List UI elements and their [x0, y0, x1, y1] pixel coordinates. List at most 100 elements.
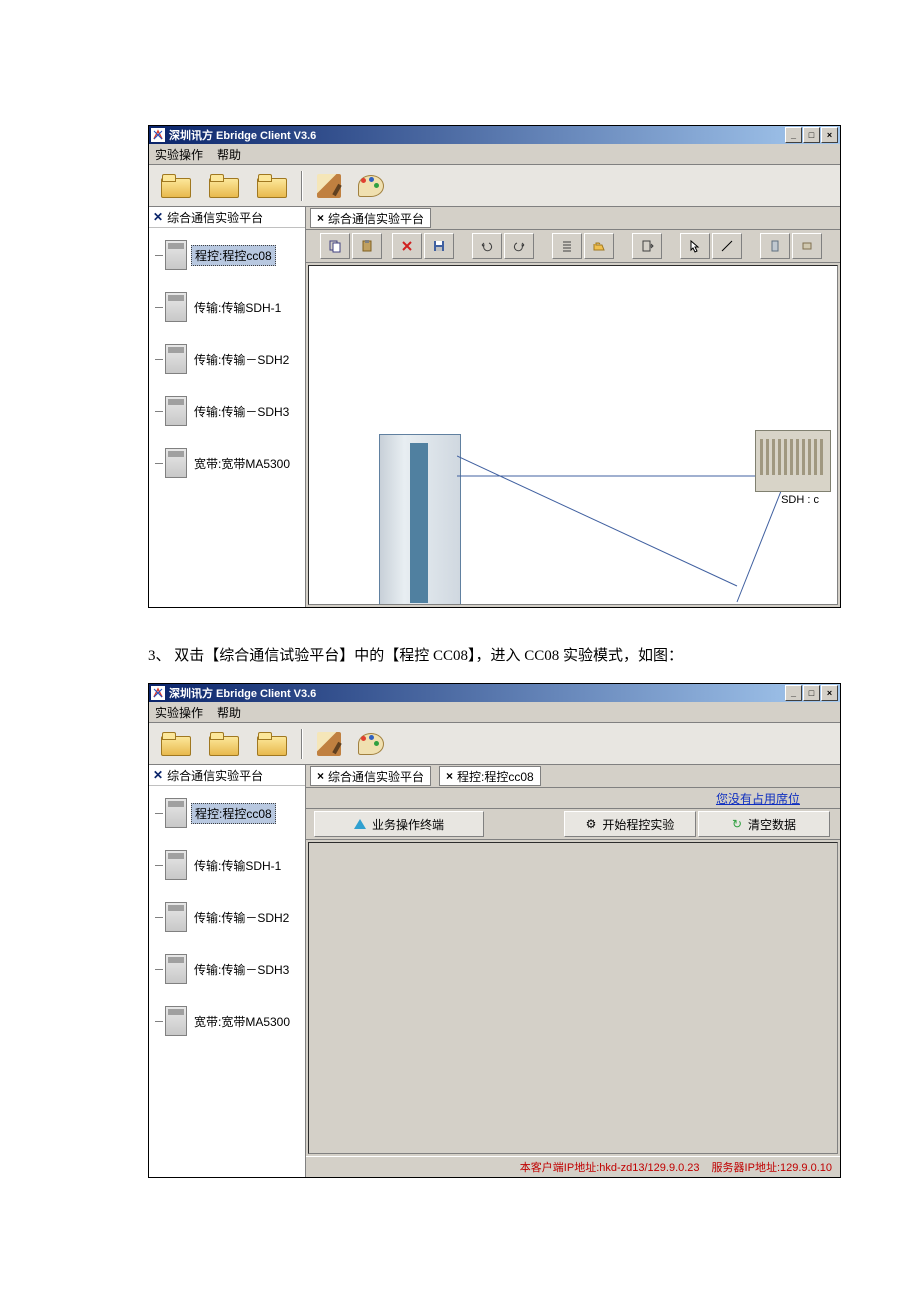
btn-clear[interactable]: ↻ 清空数据 — [698, 811, 830, 837]
menu-experiment[interactable]: 实验操作 — [155, 704, 203, 721]
tree-node-cc08[interactable]: 程控:程控cc08 — [151, 236, 303, 274]
main-toolbar — [149, 723, 840, 765]
rack-icon — [165, 292, 187, 322]
tree-node-cc08[interactable]: 程控:程控cc08 — [151, 794, 303, 832]
tree-node-sdh3[interactable]: 传输:传输－SDH3 — [151, 392, 303, 430]
close-button[interactable]: × — [821, 127, 838, 143]
tab-close-icon[interactable]: × — [317, 769, 324, 783]
copy-icon[interactable] — [320, 233, 350, 259]
tree-header-icon: ✕ — [153, 210, 163, 224]
toolbar-folder-3[interactable] — [249, 727, 293, 761]
maximize-button[interactable]: □ — [803, 685, 820, 701]
app-icon — [151, 128, 165, 142]
toolbar-palette[interactable] — [352, 727, 390, 761]
save-icon[interactable] — [424, 233, 454, 259]
minimize-button[interactable]: _ — [785, 127, 802, 143]
toolbar-folder-1[interactable] — [153, 727, 197, 761]
toolbar-brush[interactable] — [310, 169, 348, 203]
content-area — [308, 842, 838, 1154]
toolbar-brush[interactable] — [310, 727, 348, 761]
cabinet-graphic — [379, 434, 461, 605]
pointer-icon[interactable] — [680, 233, 710, 259]
delete-icon[interactable] — [392, 233, 422, 259]
line-icon[interactable] — [712, 233, 742, 259]
tree-node-ma5300[interactable]: 宽带:宽带MA5300 — [151, 1002, 303, 1040]
status-bar: 本客户端IP地址:hkd-zd13/129.9.0.23 服务器IP地址:129… — [306, 1156, 840, 1177]
title-bar: 深圳讯方 Ebridge Client V3.6 _ □ × — [149, 684, 840, 702]
tab-cc08[interactable]: ×程控:程控cc08 — [439, 766, 541, 786]
rack-icon — [165, 344, 187, 374]
tree-header: ✕ 综合通信实验平台 — [149, 207, 305, 228]
menu-bar: 实验操作 帮助 — [149, 702, 840, 723]
action-row: 业务操作终端 ⚙ 开始程控实验 ↻ 清空数据 — [306, 809, 840, 840]
list-icon[interactable] — [552, 233, 582, 259]
tab-row: ×综合通信实验平台 — [306, 207, 840, 230]
rack-icon — [165, 240, 187, 270]
tree-header-icon: ✕ — [153, 768, 163, 782]
triangle-icon — [354, 819, 366, 829]
tree-node-sdh1[interactable]: 传输:传输SDH-1 — [151, 846, 303, 884]
sidebar: ✕ 综合通信实验平台 程控:程控cc08 传输:传输SDH-1 传输:传输－SD… — [149, 207, 306, 607]
main-toolbar — [149, 165, 840, 207]
rack-icon — [165, 902, 187, 932]
redo-icon[interactable] — [504, 233, 534, 259]
tree-node-sdh2[interactable]: 传输:传输－SDH2 — [151, 898, 303, 936]
menu-bar: 实验操作 帮助 — [149, 144, 840, 165]
main-panel: ×综合通信实验平台 — [306, 207, 840, 607]
rack-icon — [165, 850, 187, 880]
tab-row: ×综合通信实验平台 ×程控:程控cc08 — [306, 765, 840, 788]
export-icon[interactable] — [632, 233, 662, 259]
toolbar-folder-1[interactable] — [153, 169, 197, 203]
tree-header-label: 综合通信实验平台 — [167, 767, 263, 784]
device2-icon[interactable] — [792, 233, 822, 259]
main-panel: ×综合通信实验平台 ×程控:程控cc08 您没有占用席位 业务操作终端 ⚙ 开始… — [306, 765, 840, 1177]
title-bar: 深圳讯方 Ebridge Client V3.6 _ □ × — [149, 126, 840, 144]
menu-help[interactable]: 帮助 — [217, 704, 241, 721]
minimize-button[interactable]: _ — [785, 685, 802, 701]
tab-platform[interactable]: ×综合通信实验平台 — [310, 766, 431, 786]
maximize-button[interactable]: □ — [803, 127, 820, 143]
status-client-ip: 本客户端IP地址:hkd-zd13/129.9.0.23 — [520, 1159, 712, 1175]
toolbar-palette[interactable] — [352, 169, 390, 203]
instruction-text: 3、 双击【综合通信试验平台】中的【程控 CC08】，进入 CC08 实验模式，… — [148, 644, 920, 665]
info-bar: 您没有占用席位 — [306, 788, 840, 809]
sdh-graphic — [755, 430, 831, 492]
paste-icon[interactable] — [352, 233, 382, 259]
rack-icon — [165, 396, 187, 426]
tree-node-sdh2[interactable]: 传输:传输－SDH2 — [151, 340, 303, 378]
rack-icon — [165, 1006, 187, 1036]
tab-close-icon[interactable]: × — [317, 211, 324, 225]
status-server-ip: 服务器IP地址:129.9.0.10 — [712, 1159, 840, 1175]
menu-help[interactable]: 帮助 — [217, 146, 241, 163]
diagram-canvas[interactable]: SDH : c — [308, 265, 838, 605]
undo-icon[interactable] — [472, 233, 502, 259]
tree-node-ma5300[interactable]: 宽带:宽带MA5300 — [151, 444, 303, 482]
gear-icon: ⚙ — [586, 817, 597, 831]
toolbar-folder-3[interactable] — [249, 169, 293, 203]
sidebar: ✕ 综合通信实验平台 程控:程控cc08 传输:传输SDH-1 传输:传输－SD… — [149, 765, 306, 1177]
window-title: 深圳讯方 Ebridge Client V3.6 — [169, 685, 785, 701]
app-icon — [151, 686, 165, 700]
rack-icon — [165, 954, 187, 984]
rack-icon — [165, 798, 187, 828]
tree-node-sdh1[interactable]: 传输:传输SDH-1 — [151, 288, 303, 326]
screenshot-2: 深圳讯方 Ebridge Client V3.6 _ □ × 实验操作 帮助 ✕… — [148, 683, 841, 1178]
tab-close-icon[interactable]: × — [446, 769, 453, 783]
close-button[interactable]: × — [821, 685, 838, 701]
btn-terminal[interactable]: 业务操作终端 — [314, 811, 484, 837]
toolbar-folder-2[interactable] — [201, 727, 245, 761]
tree-node-sdh3[interactable]: 传输:传输－SDH3 — [151, 950, 303, 988]
refresh-icon: ↻ — [732, 817, 742, 831]
seat-link[interactable]: 您没有占用席位 — [716, 788, 840, 808]
sdh-label: SDH : c — [781, 494, 819, 506]
connection-lines — [457, 446, 797, 605]
screenshot-1: 深圳讯方 Ebridge Client V3.6 _ □ × 实验操作 帮助 ✕… — [148, 125, 841, 608]
tab-platform[interactable]: ×综合通信实验平台 — [310, 208, 431, 228]
tree-header-label: 综合通信实验平台 — [167, 209, 263, 226]
btn-start[interactable]: ⚙ 开始程控实验 — [564, 811, 696, 837]
toolbar-folder-2[interactable] — [201, 169, 245, 203]
open-icon[interactable] — [584, 233, 614, 259]
device1-icon[interactable] — [760, 233, 790, 259]
menu-experiment[interactable]: 实验操作 — [155, 146, 203, 163]
rack-icon — [165, 448, 187, 478]
